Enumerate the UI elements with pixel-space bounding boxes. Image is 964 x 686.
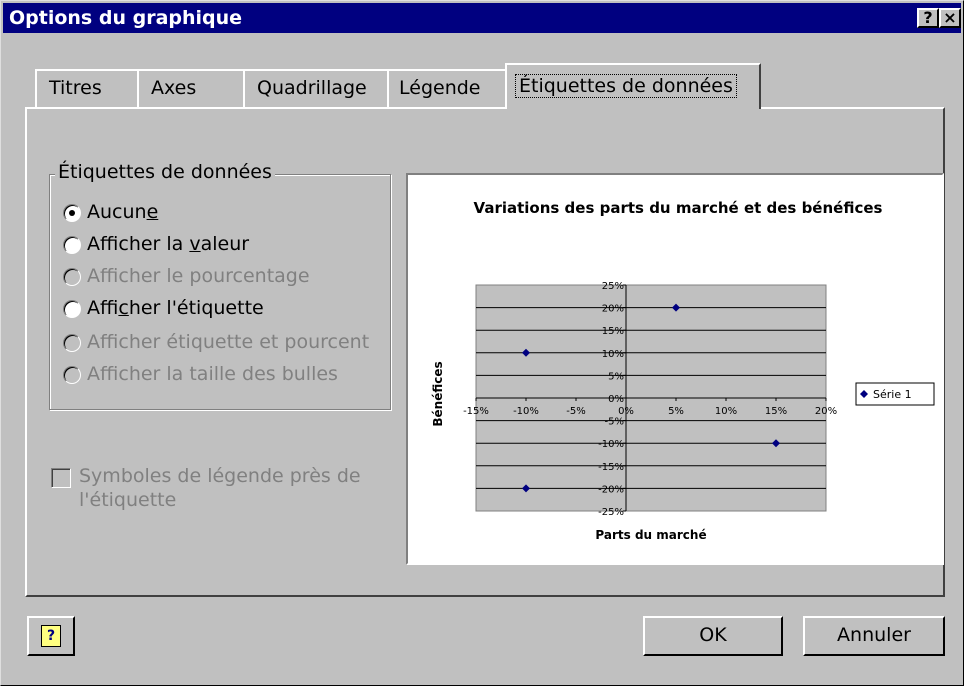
tab-label: Étiquettes de données bbox=[515, 74, 737, 98]
radio-label: Afficher l'étiquette bbox=[87, 297, 264, 319]
tab-label: Axes bbox=[151, 77, 197, 99]
y-tick-label: -15% bbox=[598, 462, 624, 473]
tab-label: Quadrillage bbox=[257, 77, 367, 99]
x-tick-label: 10% bbox=[715, 406, 737, 417]
y-tick-label: 5% bbox=[608, 371, 624, 382]
y-tick-label: -25% bbox=[598, 507, 624, 518]
chart-options-dialog: Options du graphique ? × Titres Axes Qua… bbox=[0, 0, 964, 686]
help-title-button[interactable]: ? bbox=[917, 8, 939, 28]
scatter-chart: 25%20%15%10%5%0%-5%-10%-15%-20%-25%-15% -… bbox=[431, 281, 935, 542]
tab-label: Titres bbox=[49, 77, 102, 99]
y-tick-label: 15% bbox=[602, 326, 624, 337]
radio-circle bbox=[63, 204, 81, 222]
radio-circle bbox=[63, 236, 81, 254]
x-axis-title: Parts du marché bbox=[595, 528, 706, 542]
tab-legende[interactable]: Légende bbox=[387, 69, 507, 107]
y-tick-label: 20% bbox=[602, 304, 624, 315]
x-tick-label: -15% bbox=[463, 406, 489, 417]
radio-circle bbox=[63, 300, 81, 318]
radio-circle bbox=[63, 334, 81, 352]
x-tick-label: -10% bbox=[513, 406, 539, 417]
legend-label: Série 1 bbox=[873, 388, 912, 401]
ok-button[interactable]: OK bbox=[643, 616, 783, 656]
legend-key-label: Symboles de légende près de l'étiquette bbox=[79, 465, 361, 511]
y-tick-label: 10% bbox=[602, 349, 624, 360]
y-tick-label: -10% bbox=[598, 439, 624, 450]
y-tick-label: 25% bbox=[602, 281, 624, 292]
radio-label: Afficher étiquette et pourcent bbox=[87, 331, 370, 353]
radio-label: Afficher le pourcentage bbox=[87, 265, 310, 287]
tab-quadrillage[interactable]: Quadrillage bbox=[243, 69, 389, 107]
y-tick-label: -5% bbox=[605, 417, 624, 428]
cancel-button[interactable]: Annuler bbox=[803, 616, 945, 656]
tab-etiquettes-de-donnees[interactable]: Étiquettes de données bbox=[505, 63, 761, 109]
title-bar[interactable]: Options du graphique ? × bbox=[3, 3, 961, 33]
x-tick-label: 20% bbox=[815, 406, 837, 417]
radio-selected-dot bbox=[69, 210, 75, 216]
radio-label: Afficher la valeur bbox=[87, 233, 250, 255]
radio-label: Aucune bbox=[87, 201, 159, 223]
close-button[interactable]: × bbox=[939, 8, 961, 28]
tab-axes[interactable]: Axes bbox=[137, 69, 245, 107]
tab-label: Légende bbox=[399, 77, 481, 99]
x-tick-label: -5% bbox=[566, 406, 585, 417]
x-tick-label: 15% bbox=[765, 406, 787, 417]
group-title: Étiquettes de données bbox=[55, 161, 275, 183]
y-tick-label: 0% bbox=[608, 394, 624, 405]
legend-key-checkbox bbox=[51, 468, 71, 488]
x-tick-label: 0% bbox=[618, 406, 634, 417]
radio-circle bbox=[63, 268, 81, 286]
radio-circle bbox=[63, 366, 81, 384]
y-tick-label: -20% bbox=[598, 484, 624, 495]
help-question-icon: ? bbox=[41, 625, 61, 647]
accelerator-key: e bbox=[146, 201, 159, 223]
chart-preview: Variations des parts du marché et des bé… bbox=[406, 173, 944, 565]
y-axis-title: Bénéfices bbox=[431, 361, 445, 426]
radio-label: Afficher la taille des bulles bbox=[87, 363, 338, 385]
help-button[interactable]: ? bbox=[27, 616, 75, 656]
accelerator-key: c bbox=[118, 297, 129, 319]
tab-titres[interactable]: Titres bbox=[35, 69, 139, 107]
accelerator-key: v bbox=[189, 233, 201, 255]
dialog-title: Options du graphique bbox=[9, 7, 243, 29]
x-tick-label: 5% bbox=[668, 406, 684, 417]
